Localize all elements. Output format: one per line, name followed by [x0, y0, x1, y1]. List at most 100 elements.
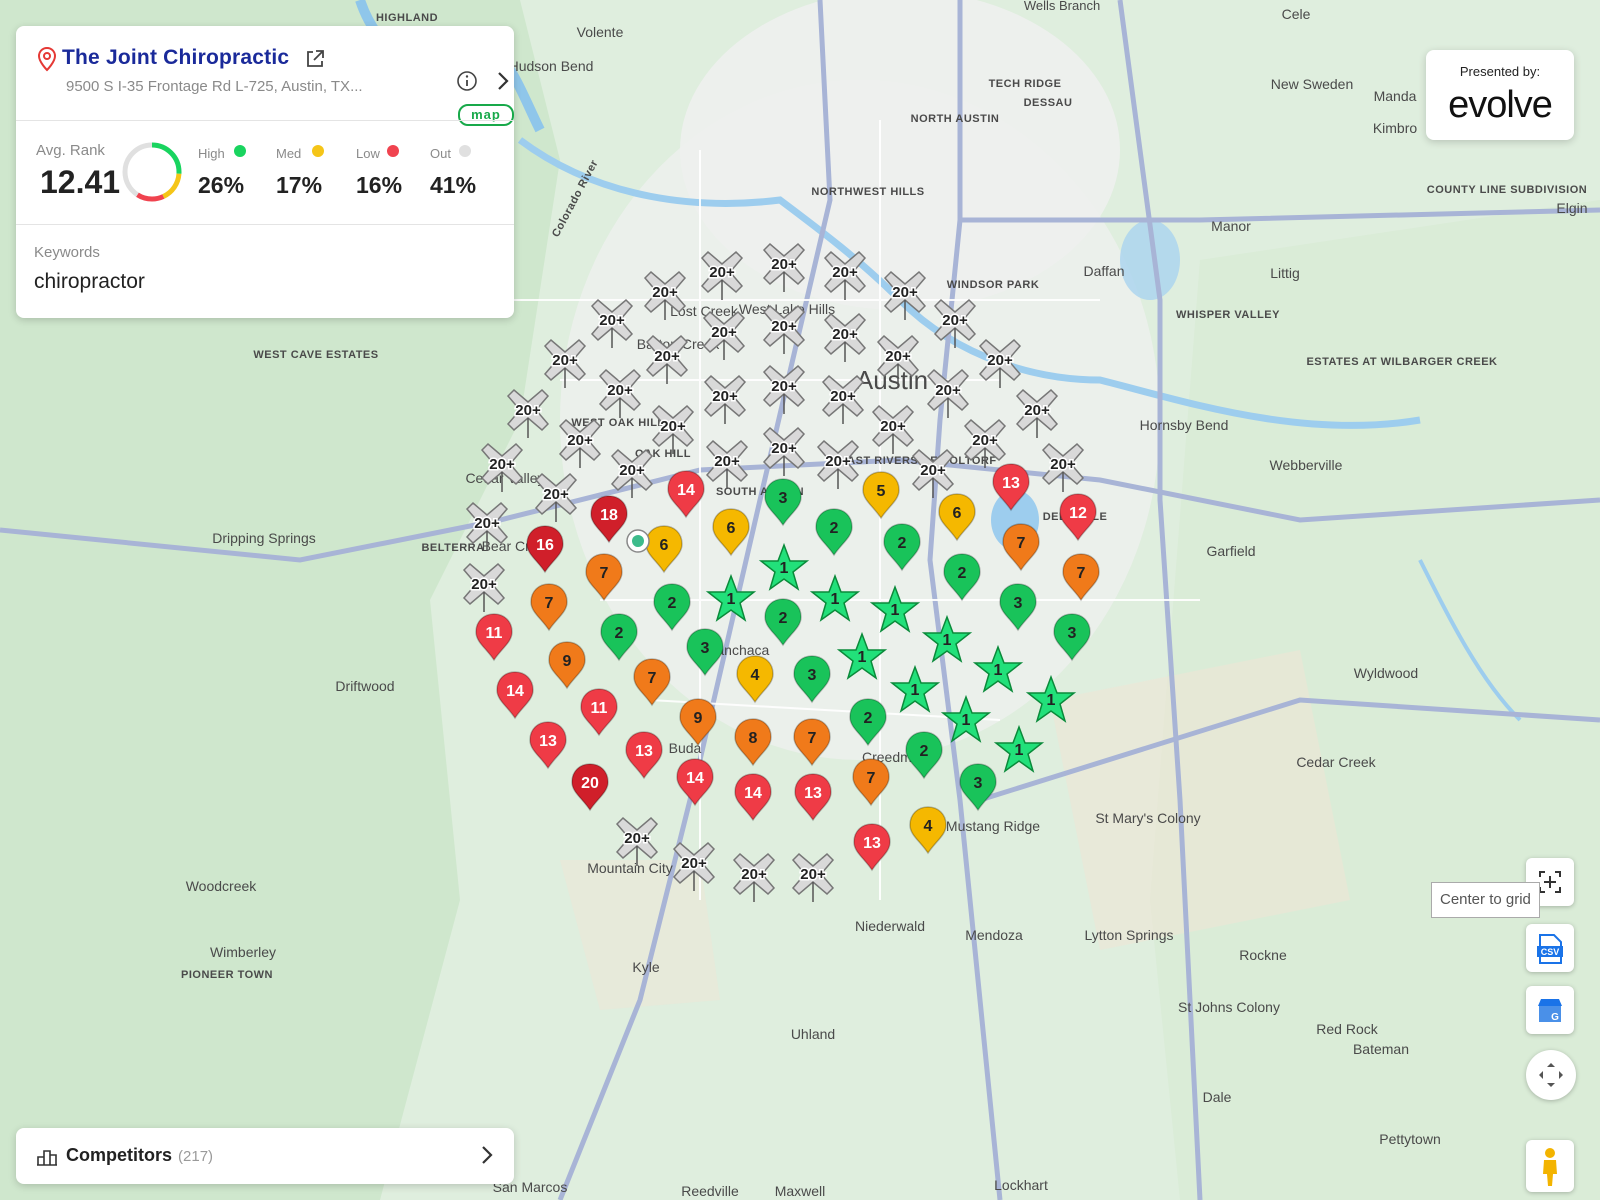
grid-pin-unranked[interactable]: 20+ [726, 846, 782, 906]
grid-pin[interactable]: 7 [521, 578, 577, 638]
map-place-label: Wyldwood [1354, 665, 1418, 681]
map-place-label: Wells Branch [1024, 0, 1100, 13]
grid-pin[interactable]: 7 [1053, 548, 1109, 608]
grid-pin[interactable]: 3 [784, 650, 840, 710]
grid-pin[interactable]: 4 [727, 650, 783, 710]
grid-pin[interactable]: 8 [725, 713, 781, 773]
grid-pin-unranked[interactable]: 20+ [785, 846, 841, 906]
grid-pin-unranked[interactable]: 20+ [877, 264, 933, 324]
competitors-count: (217) [178, 1148, 214, 1165]
google-business-button[interactable]: G [1526, 986, 1574, 1034]
grid-pin-rank: 3 [1014, 595, 1023, 612]
grid-pin-unranked[interactable]: 20+ [500, 382, 556, 442]
competitors-panel[interactable]: Competitors (217) [16, 1128, 514, 1184]
grid-pin[interactable]: 2 [896, 726, 952, 786]
grid-pin-rank: 20+ [489, 456, 515, 473]
med-label: Med [276, 146, 302, 161]
grid-pin[interactable]: 11 [466, 608, 522, 668]
grid-pin[interactable]: 4 [900, 801, 956, 861]
grid-pin-unranked[interactable]: 20+ [815, 368, 871, 428]
grid-pin-top-rank[interactable]: 1 [834, 630, 890, 690]
grid-pin[interactable]: 7 [843, 753, 899, 813]
grid-pin-unranked[interactable]: 20+ [817, 244, 873, 304]
grid-pin[interactable]: 13 [844, 818, 900, 878]
grid-pin[interactable]: 9 [670, 693, 726, 753]
grid-pin[interactable]: 3 [950, 758, 1006, 818]
csv-export-button[interactable]: CSV [1526, 924, 1574, 972]
grid-pin-unranked[interactable]: 20+ [666, 835, 722, 895]
grid-pin-unranked[interactable]: 20+ [756, 298, 812, 358]
grid-pin-rank: 20+ [987, 352, 1013, 369]
grid-pin-unranked[interactable]: 20+ [1009, 382, 1065, 442]
chevron-right-icon[interactable] [492, 70, 514, 92]
street-view-pegman[interactable] [1526, 1140, 1574, 1192]
grid-pin-unranked[interactable]: 20+ [528, 466, 584, 526]
avg-rank-value: 12.41 [40, 164, 121, 200]
grid-pin[interactable]: 3 [1044, 608, 1100, 668]
grid-pin-rank: 14 [686, 770, 704, 787]
grid-pin-unranked[interactable]: 20+ [756, 420, 812, 480]
grid-pin[interactable]: 13 [785, 768, 841, 828]
grid-pin-unranked[interactable]: 20+ [696, 304, 752, 364]
grid-pin[interactable]: 7 [576, 548, 632, 608]
grid-pin[interactable]: 20 [562, 758, 618, 818]
grid-pin[interactable]: 2 [755, 593, 811, 653]
grid-pin-rank: 20+ [920, 462, 946, 479]
grid-pin[interactable]: 2 [934, 548, 990, 608]
grid-pin[interactable]: 13 [616, 726, 672, 786]
grid-pin-unranked[interactable]: 20+ [756, 236, 812, 296]
grid-pin-rank: 7 [1077, 565, 1086, 582]
grid-pin-unranked[interactable]: 20+ [756, 358, 812, 418]
external-link-icon[interactable] [304, 48, 326, 70]
pegman-icon [1543, 1148, 1557, 1186]
business-location-marker[interactable] [625, 528, 651, 554]
grid-pin[interactable]: 3 [755, 473, 811, 533]
grid-pin[interactable]: 7 [993, 518, 1049, 578]
grid-pin[interactable]: 6 [929, 488, 985, 548]
grid-pin-rank: 1 [994, 662, 1003, 679]
grid-pin[interactable]: 6 [703, 503, 759, 563]
grid-pin-unranked[interactable]: 20+ [609, 810, 665, 870]
grid-pin-rank: 13 [863, 835, 881, 852]
grid-pin[interactable]: 7 [784, 713, 840, 773]
grid-pin-rank: 20+ [771, 256, 797, 273]
grid-pin-rank: 13 [804, 785, 822, 802]
grid-pin[interactable]: 12 [1050, 488, 1106, 548]
grid-pin[interactable]: 3 [990, 578, 1046, 638]
grid-pin[interactable]: 16 [517, 520, 573, 580]
map-place-label: COUNTY LINE SUBDIVISION [1427, 184, 1587, 196]
grid-pin-unranked[interactable]: 20+ [552, 412, 608, 472]
grid-pin[interactable]: 2 [840, 693, 896, 753]
grid-pin-unranked[interactable]: 20+ [1035, 436, 1091, 496]
med-value: 17% [276, 172, 323, 198]
grid-pin[interactable]: 14 [667, 753, 723, 813]
grid-pin-unranked[interactable]: 20+ [697, 368, 753, 428]
grid-pin-top-rank[interactable]: 1 [756, 541, 812, 601]
grid-pin-rank: 20+ [830, 388, 856, 405]
grid-pin-unranked[interactable]: 20+ [474, 436, 530, 496]
grid-pin-unranked[interactable]: 20+ [637, 264, 693, 324]
grid-pin-rank: 20+ [712, 388, 738, 405]
grid-pin[interactable]: 2 [806, 503, 862, 563]
grid-pin-unranked[interactable]: 20+ [459, 495, 515, 555]
grid-pin[interactable]: 14 [725, 768, 781, 828]
business-name[interactable]: The Joint Chiropractic [62, 46, 289, 70]
chevron-right-icon[interactable] [476, 1144, 498, 1166]
csv-label: CSV [1541, 947, 1560, 957]
grid-pin[interactable]: 2 [874, 518, 930, 578]
grid-pin-unranked[interactable]: 20+ [870, 328, 926, 388]
grid-pin-top-rank[interactable]: 1 [807, 572, 863, 632]
csv-file-icon: CSV [1537, 934, 1563, 964]
fullscreen-button[interactable] [1526, 1050, 1576, 1100]
out-dot [459, 145, 471, 157]
grid-pin-unranked[interactable]: 20+ [456, 556, 512, 616]
grid-pin-unranked[interactable]: 20+ [817, 306, 873, 366]
low-label: Low [356, 146, 380, 161]
grid-pin[interactable]: 13 [983, 458, 1039, 518]
map-badge[interactable]: map [458, 104, 514, 126]
grid-pin[interactable]: 3 [677, 623, 733, 683]
grid-pin-unranked[interactable]: 20+ [694, 244, 750, 304]
info-icon[interactable] [456, 70, 478, 92]
map-place-label: Maxwell [775, 1183, 826, 1199]
grid-pin-rank: 20+ [474, 515, 500, 532]
